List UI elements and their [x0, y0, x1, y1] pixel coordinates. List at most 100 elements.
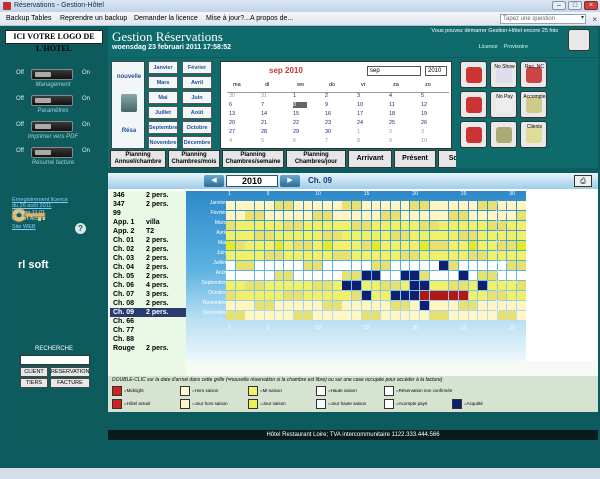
calendar-day[interactable]: 8	[293, 102, 307, 108]
grid-cell[interactable]	[245, 211, 255, 221]
grid-cell[interactable]	[390, 251, 400, 261]
grid-cell[interactable]	[487, 261, 497, 271]
grid-cell[interactable]	[381, 281, 391, 291]
grid-cell[interactable]	[449, 271, 458, 281]
website-link[interactable]: Site WEB	[12, 224, 36, 230]
grid-cell[interactable]	[226, 291, 235, 301]
reservation-cell[interactable]	[478, 281, 488, 291]
calendar-day[interactable]: 24	[357, 120, 371, 126]
grid-cell[interactable]	[517, 201, 526, 211]
grid-cell[interactable]	[487, 311, 497, 321]
grid-cell[interactable]	[274, 211, 284, 221]
grid-cell[interactable]	[255, 261, 264, 271]
grid-cell[interactable]	[323, 281, 332, 291]
grid-cell[interactable]	[274, 201, 284, 211]
grid-cell[interactable]	[264, 291, 274, 301]
calendar-day[interactable]: 21	[261, 120, 275, 126]
reservation-cell[interactable]	[352, 281, 361, 291]
grid-cell[interactable]	[410, 241, 420, 251]
clients-button[interactable]: Clients	[520, 121, 547, 148]
reservation-cell[interactable]	[410, 291, 420, 301]
grid-cell[interactable]	[342, 231, 352, 241]
grid-cell[interactable]	[245, 201, 255, 211]
grid-cell[interactable]	[371, 221, 381, 231]
grid-cell[interactable]	[303, 301, 313, 311]
grid-cell[interactable]	[313, 251, 323, 261]
calendar-day[interactable]: 17	[357, 111, 371, 117]
grid-cell[interactable]	[478, 221, 488, 231]
grid-cell[interactable]	[517, 241, 526, 251]
grid-cell[interactable]	[420, 251, 429, 261]
grid-cell[interactable]	[293, 311, 303, 321]
grid-cell[interactable]	[361, 311, 371, 321]
grid-cell[interactable]	[487, 221, 497, 231]
client-button[interactable]: CLIENT	[20, 367, 48, 377]
calendar-day[interactable]: 4	[229, 138, 243, 144]
tab-planning-annuel-chambre[interactable]: Planning Annuel/chambre	[110, 150, 166, 168]
room-row[interactable]: Ch. 01 2 pers.	[110, 236, 186, 245]
grid-cell[interactable]	[420, 261, 429, 271]
grid-cell[interactable]	[313, 211, 323, 221]
grid-cell[interactable]	[226, 281, 235, 291]
grid-cell[interactable]	[390, 201, 400, 211]
grid-cell[interactable]	[400, 311, 410, 321]
grid-cell[interactable]	[420, 271, 429, 281]
grid-cell[interactable]	[323, 261, 332, 271]
grid-cell[interactable]	[293, 211, 303, 221]
grid-cell[interactable]	[420, 311, 429, 321]
calendar-day[interactable]: 14	[261, 111, 275, 117]
grid-cell[interactable]	[429, 301, 439, 311]
grid-cell[interactable]	[517, 291, 526, 301]
grid-cell[interactable]	[449, 231, 458, 241]
no-pay-button[interactable]: No Pay	[490, 91, 517, 118]
calendar-day[interactable]: 1	[357, 129, 371, 135]
calendar-day[interactable]: 7	[325, 138, 339, 144]
tab-planning-chambres-mois[interactable]: Planning Chambres/mois	[168, 150, 220, 168]
grid-cell[interactable]	[468, 271, 478, 281]
grid-cell[interactable]	[313, 311, 323, 321]
grid-cell[interactable]	[361, 231, 371, 241]
grid-cell[interactable]	[507, 301, 517, 311]
grid-cell[interactable]	[487, 281, 497, 291]
grid-cell[interactable]	[507, 211, 517, 221]
grid-cell[interactable]	[255, 281, 264, 291]
grid-cell[interactable]	[255, 241, 264, 251]
tab-pr-sent-[interactable]: Présent	[394, 150, 436, 168]
grid-cell[interactable]	[420, 211, 429, 221]
menu-request-licence[interactable]: Demander la licence	[134, 12, 198, 26]
grid-cell[interactable]	[517, 301, 526, 311]
calendar-day[interactable]: 10	[357, 102, 371, 108]
room-row[interactable]: App. 1 villa	[110, 218, 186, 227]
calendar-day[interactable]: 29	[293, 129, 307, 135]
grid-cell[interactable]	[342, 271, 352, 281]
grid-cell[interactable]	[517, 251, 526, 261]
grid-cell[interactable]	[352, 221, 361, 231]
grid-cell[interactable]	[439, 231, 449, 241]
reservation-cell[interactable]	[361, 291, 371, 301]
grid-cell[interactable]	[371, 281, 381, 291]
grid-cell[interactable]	[478, 271, 488, 281]
grid-cell[interactable]	[264, 201, 274, 211]
grid-cell[interactable]	[478, 211, 488, 221]
calendar-day[interactable]: 9	[389, 138, 403, 144]
grid-cell[interactable]	[507, 261, 517, 271]
grid-cell[interactable]	[507, 251, 517, 261]
grid-cell[interactable]	[274, 231, 284, 241]
grid-cell[interactable]	[390, 221, 400, 231]
no-show-button[interactable]: No Show	[490, 61, 517, 88]
grid-cell[interactable]	[487, 271, 497, 281]
grid-cell[interactable]	[507, 281, 517, 291]
reservation-cell[interactable]	[420, 301, 429, 311]
grid-cell[interactable]	[303, 251, 313, 261]
grid-cell[interactable]	[342, 201, 352, 211]
grid-cell[interactable]	[439, 201, 449, 211]
grid-cell[interactable]	[226, 301, 235, 311]
grid-cell[interactable]	[313, 291, 323, 301]
room-row[interactable]: Ch. 05 2 pers.	[110, 272, 186, 281]
grid-cell[interactable]	[487, 301, 497, 311]
grid-cell[interactable]	[303, 271, 313, 281]
grid-cell[interactable]	[371, 251, 381, 261]
grid-cell[interactable]	[245, 291, 255, 301]
grid-cell[interactable]	[332, 281, 342, 291]
grid-cell[interactable]	[352, 291, 361, 301]
